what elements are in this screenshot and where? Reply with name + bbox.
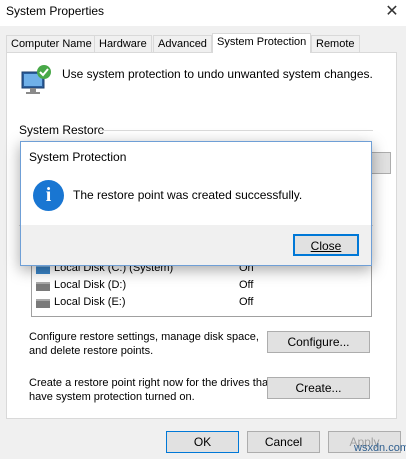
create-text-line2: have system protection turned on.: [29, 391, 195, 403]
watermark: wsxdn.com: [354, 442, 406, 454]
drive-protection: Off: [239, 296, 254, 308]
dialog-close-button[interactable]: Close: [293, 234, 359, 256]
system-protection-dialog: System Protection i The restore point wa…: [20, 141, 372, 266]
system-restore-label: System Restore: [19, 123, 105, 137]
configure-text-line1: Configure restore settings, manage disk …: [29, 331, 259, 343]
list-item[interactable]: Local Disk (E:) Off: [34, 295, 364, 311]
tab-system-protection[interactable]: System Protection: [212, 33, 312, 53]
drive-name: Local Disk (E:): [54, 296, 126, 308]
configure-text-line2: and delete restore points.: [29, 345, 154, 357]
drive-icon: [36, 299, 50, 308]
drive-icon: [36, 282, 50, 291]
create-button[interactable]: Create...: [267, 377, 370, 399]
tab-remote[interactable]: Remote: [311, 35, 360, 53]
dialog-message: The restore point was created successful…: [73, 188, 303, 202]
system-properties-window: System Properties ✕ Computer Name Hardwa…: [0, 0, 406, 459]
intro-text: Use system protection to undo unwanted s…: [62, 67, 373, 81]
configure-button[interactable]: Configure...: [267, 331, 370, 353]
create-text-line1: Create a restore point right now for the…: [29, 377, 272, 389]
window-close-icon[interactable]: ✕: [382, 2, 402, 22]
title-bar: System Properties ✕: [0, 0, 406, 26]
dialog-footer: Close: [21, 225, 371, 265]
window-title: System Properties: [6, 4, 105, 18]
drive-name: Local Disk (D:): [54, 279, 127, 291]
dialog-title: System Protection: [29, 150, 127, 164]
system-drive-icon: [36, 265, 50, 274]
info-icon: i: [33, 180, 64, 211]
system-restore-divider: [99, 130, 373, 131]
tab-advanced[interactable]: Advanced: [153, 35, 212, 53]
list-item[interactable]: Local Disk (D:) Off: [34, 278, 364, 294]
cancel-button[interactable]: Cancel: [247, 431, 320, 453]
tab-hardware[interactable]: Hardware: [94, 35, 152, 53]
drive-protection: Off: [239, 279, 254, 291]
system-protection-icon: [19, 63, 53, 97]
tab-computer-name[interactable]: Computer Name: [6, 35, 97, 53]
ok-button[interactable]: OK: [166, 431, 239, 453]
